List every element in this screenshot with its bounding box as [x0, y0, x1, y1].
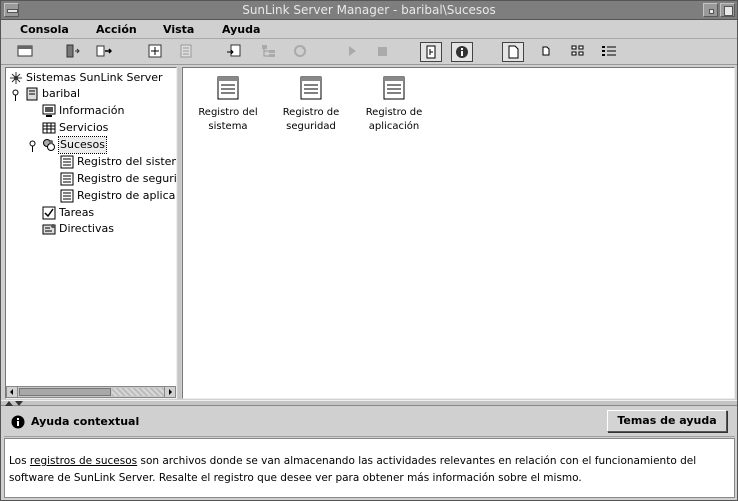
content-item-registro-aplicacion[interactable]: Registro de aplicación — [361, 74, 427, 134]
content-pane: Registro del sistema Registro de segurid… — [182, 67, 735, 399]
menu-ayuda[interactable]: Ayuda — [222, 23, 260, 36]
app-window: SunLink Server Manager - baribal\Sucesos… — [0, 0, 738, 501]
stop-icon — [378, 47, 387, 56]
log-icon — [60, 155, 74, 169]
properties-icon — [180, 44, 192, 58]
large-icons-view[interactable] — [502, 42, 524, 62]
scroll-trough[interactable] — [112, 388, 164, 396]
network-icon — [10, 72, 22, 84]
export-icon — [227, 44, 241, 57]
arrow-right-icon — [169, 389, 172, 395]
tree-tool[interactable] — [258, 42, 280, 62]
collapse-up-icon — [5, 401, 13, 406]
refresh-tool[interactable] — [289, 42, 311, 62]
tree-structure-icon — [262, 45, 275, 57]
collapse-down-icon — [15, 401, 23, 406]
tree-item-label: Registro de aplicación — [77, 189, 176, 202]
minimize-button[interactable] — [703, 3, 718, 17]
details-view[interactable] — [598, 42, 620, 62]
help-text-line2: software de SunLink Server. Resalte el r… — [9, 472, 582, 484]
console-tool[interactable] — [14, 42, 36, 62]
show-help-toggle[interactable] — [451, 42, 473, 62]
help-text-area: Los registros de sucesos son archivos do… — [4, 438, 735, 498]
details-view-icon — [602, 46, 616, 56]
menu-bar: Consola Acción Vista Ayuda — [1, 20, 737, 39]
properties-tool[interactable] — [175, 42, 197, 62]
export-tool[interactable] — [223, 42, 245, 62]
log-icon — [60, 189, 74, 203]
scroll-left-button[interactable] — [7, 387, 18, 397]
start-tool[interactable] — [341, 42, 363, 62]
tree-item-label: Servicios — [59, 121, 109, 134]
tree-server-label: baribal — [42, 87, 81, 100]
tree-item-label: Directivas — [59, 222, 114, 235]
navigation-tree[interactable]: Sistemas SunLink Server baribal Informac… — [5, 67, 177, 399]
content-item-registro-seguridad[interactable]: Registro de seguridad — [278, 74, 344, 134]
log-large-icon — [383, 76, 405, 100]
content-item-line2: sistema — [208, 121, 248, 132]
tasks-icon — [42, 206, 56, 220]
content-item-line2: aplicación — [368, 121, 420, 132]
refresh-icon — [294, 45, 306, 57]
tree-item-label: Información — [59, 104, 125, 117]
server-icon — [26, 87, 38, 101]
info-icon — [11, 415, 25, 429]
info-icon — [456, 46, 468, 58]
scroll-thumb[interactable] — [19, 388, 111, 396]
title-bar: SunLink Server Manager - baribal\Sucesos — [1, 1, 737, 20]
events-icon — [43, 139, 55, 151]
menu-consola[interactable]: Consola — [20, 23, 69, 36]
pane-splitter[interactable] — [178, 67, 181, 399]
help-text-before: Los — [9, 455, 30, 467]
content-item-line1: Registro de — [282, 107, 340, 118]
help-topics-button[interactable]: Temas de ayuda — [607, 410, 727, 432]
small-icons-icon — [542, 46, 550, 56]
maximize-button[interactable] — [720, 3, 735, 17]
play-icon — [349, 46, 356, 56]
content-item-line1: Registro de — [365, 107, 423, 118]
content-item-line1: Registro del — [198, 107, 258, 118]
arrow-left-icon — [10, 389, 13, 395]
tree-item-label: Registro de seguridad — [77, 172, 177, 185]
list-view-icon — [571, 45, 584, 56]
help-text-line1: son archivos donde se van almacenando la… — [137, 455, 697, 467]
content-item-registro-sistema[interactable]: Registro del sistema — [195, 74, 261, 134]
stop-tool[interactable] — [372, 42, 394, 62]
log-large-icon — [300, 76, 322, 100]
large-icons-icon — [508, 45, 519, 59]
services-grid-icon — [42, 122, 56, 134]
list-view[interactable] — [567, 42, 589, 62]
new-tool[interactable] — [144, 42, 166, 62]
connect-icon — [96, 45, 112, 57]
content-item-line2: seguridad — [286, 121, 336, 132]
console-icon — [17, 45, 33, 57]
log-icon — [60, 172, 74, 186]
monitor-icon — [42, 104, 56, 117]
tree-item-label: Registro del sistema — [77, 155, 176, 168]
menu-vista[interactable]: Vista — [163, 23, 194, 36]
show-tree-toggle[interactable] — [420, 42, 442, 62]
tree-horizontal-scrollbar[interactable] — [6, 386, 176, 398]
policies-icon — [42, 224, 56, 235]
tree-root-label: Sistemas SunLink Server — [26, 71, 163, 84]
help-pane-divider[interactable] — [1, 400, 737, 406]
tree-item-label: Sucesos — [58, 136, 107, 154]
menu-accion[interactable]: Acción — [96, 23, 137, 36]
toolbar — [1, 39, 737, 65]
help-link-registros[interactable]: registros de sucesos — [30, 455, 137, 467]
tree-item-label: Tareas — [59, 206, 95, 219]
expand-events-icon[interactable] — [28, 140, 37, 152]
expand-server-icon[interactable] — [11, 89, 20, 101]
window-title: SunLink Server Manager - baribal\Sucesos — [242, 3, 496, 17]
help-title: Ayuda contextual — [31, 415, 140, 428]
log-large-icon — [217, 76, 239, 100]
add-item-icon — [148, 44, 162, 58]
disconnect-icon — [66, 44, 80, 58]
small-icons-view[interactable] — [536, 42, 558, 62]
disconnect-tool[interactable] — [62, 42, 84, 62]
help-header: Ayuda contextual Temas de ayuda — [4, 407, 735, 437]
scroll-right-button[interactable] — [164, 387, 175, 397]
tree-pane-icon — [426, 45, 436, 59]
connect-tool[interactable] — [93, 42, 115, 62]
